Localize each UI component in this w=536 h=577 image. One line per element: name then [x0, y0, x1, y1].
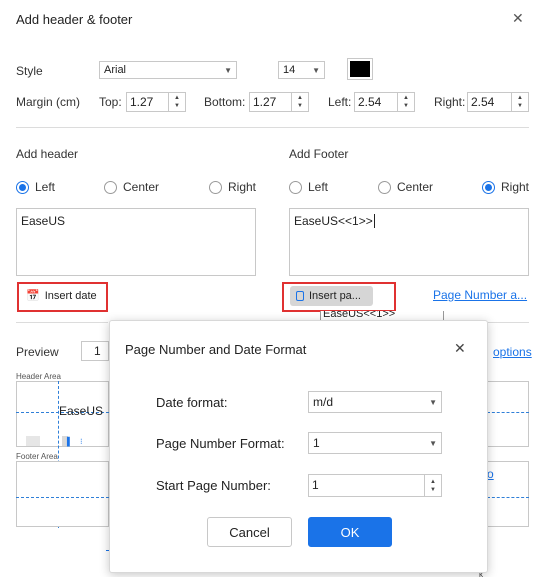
- modal-title: Page Number and Date Format: [125, 342, 307, 357]
- start-page-number-value: 1: [309, 475, 425, 496]
- margin-bottom-stepper[interactable]: 1.27 ▲ ▼: [249, 92, 309, 112]
- margin-left-label: Left:: [328, 95, 352, 109]
- header-section-title: Add header: [16, 147, 79, 161]
- preview-page-input[interactable]: 1: [81, 341, 109, 361]
- margin-right-label: Right:: [434, 95, 466, 109]
- start-page-number-stepper[interactable]: 1 ▲ ▼: [308, 474, 442, 497]
- close-icon[interactable]: ✕: [512, 10, 524, 27]
- footer-text-value: EaseUS<<1>>: [294, 214, 373, 228]
- footer-align-center[interactable]: Center: [378, 180, 433, 194]
- toolbar-icon: ⁝: [80, 437, 83, 446]
- radio-label: Left: [308, 180, 329, 194]
- margin-guide: [487, 497, 529, 498]
- radio-label: Right: [501, 180, 530, 194]
- stepper-arrows-icon[interactable]: ▲ ▼: [292, 93, 308, 111]
- tooltip-text: EaseUS<<1>>: [323, 311, 396, 320]
- divider: [16, 127, 529, 128]
- radio-selected-icon: [16, 180, 29, 194]
- header-area-label: Header Area: [16, 372, 61, 381]
- toolbar-chip: [26, 436, 40, 446]
- margin-top-stepper[interactable]: 1.27 ▲ ▼: [126, 92, 186, 112]
- footer-align-left[interactable]: Left: [289, 180, 328, 194]
- font-size-value: 14: [283, 64, 296, 76]
- start-page-number-label: Start Page Number:: [156, 478, 271, 493]
- footer-section-title: Add Footer: [289, 147, 349, 161]
- page-number-format-select[interactable]: 1 ▼: [308, 432, 442, 454]
- footer-preview-text: o: [487, 467, 494, 481]
- header-area-preview-right: [487, 381, 529, 447]
- divider: [488, 322, 529, 323]
- radio-icon: [209, 180, 222, 194]
- close-icon[interactable]: ✕: [454, 340, 466, 357]
- chevron-down-icon: ▼: [312, 65, 320, 75]
- margin-guide: [16, 497, 109, 498]
- margin-label: Margin (cm): [16, 95, 81, 109]
- radio-icon: [289, 180, 302, 194]
- divider: [16, 322, 108, 323]
- font-color-swatch[interactable]: [347, 58, 373, 80]
- calendar-icon: 📅: [26, 290, 40, 302]
- chevron-down-icon: ▼: [429, 397, 437, 407]
- margin-top-label: Top:: [99, 95, 122, 109]
- stepper-arrows-icon[interactable]: ▲ ▼: [425, 475, 441, 496]
- insert-page-number-button[interactable]: Insert pa...: [290, 286, 373, 306]
- header-align-right[interactable]: Right: [209, 180, 256, 194]
- footer-area-preview: [16, 461, 109, 527]
- margin-right-value: 2.54: [468, 93, 512, 111]
- text-cursor: [373, 214, 375, 228]
- header-text-value: EaseUS: [21, 214, 66, 228]
- dialog-title: Add header & footer: [16, 12, 133, 27]
- preview-label: Preview: [16, 345, 59, 359]
- chevron-down-icon: ▼: [224, 65, 232, 75]
- page-number-format-label: Page Number Format:: [156, 436, 285, 451]
- header-align-center[interactable]: Center: [104, 180, 159, 194]
- stepper-arrows-icon[interactable]: ▲ ▼: [169, 93, 185, 111]
- footer-text-input[interactable]: EaseUS<<1>>: [289, 208, 529, 276]
- footer-area-label: Footer Area: [16, 452, 58, 461]
- preview-page-value: 1: [94, 344, 101, 358]
- radio-icon: [378, 180, 391, 194]
- footer-align-right[interactable]: Right: [482, 180, 529, 194]
- margin-bottom-value: 1.27: [250, 93, 292, 111]
- page-number-date-format-dialog: Page Number and Date Format ✕ Date forma…: [109, 320, 488, 573]
- margin-left-value: 2.54: [355, 93, 398, 111]
- margin-guide: [487, 412, 529, 413]
- header-align-left[interactable]: Left: [16, 180, 55, 194]
- radio-selected-icon: [482, 180, 495, 194]
- date-format-label: Date format:: [156, 395, 228, 410]
- date-format-select[interactable]: m/d ▼: [308, 391, 442, 413]
- font-select[interactable]: Arial ▼: [99, 61, 237, 79]
- cancel-button[interactable]: Cancel: [207, 517, 292, 547]
- color-fill: [350, 61, 370, 77]
- page-number-link[interactable]: Page Number a...: [433, 288, 527, 302]
- radio-label: Center: [123, 180, 160, 194]
- insert-date-button[interactable]: 📅 Insert date: [20, 286, 103, 305]
- font-value: Arial: [104, 64, 127, 76]
- margin-right-stepper[interactable]: 2.54 ▲ ▼: [467, 92, 529, 112]
- radio-icon: [104, 180, 117, 194]
- date-format-value: m/d: [313, 395, 334, 409]
- options-link[interactable]: options: [493, 345, 532, 359]
- stepper-arrows-icon[interactable]: ▲ ▼: [398, 93, 414, 111]
- radio-label: Right: [228, 180, 257, 194]
- header-preview-text: EaseUS: [59, 404, 104, 418]
- style-label: Style: [16, 64, 43, 78]
- radio-label: Center: [397, 180, 434, 194]
- header-text-input[interactable]: EaseUS: [16, 208, 256, 276]
- stepper-arrows-icon[interactable]: ▲ ▼: [512, 93, 528, 111]
- insert-date-label: Insert date: [44, 289, 97, 302]
- ok-button[interactable]: OK: [308, 517, 392, 547]
- margin-left-stepper[interactable]: 2.54 ▲ ▼: [354, 92, 415, 112]
- margin-bottom-label: Bottom:: [204, 95, 246, 109]
- page-number-format-value: 1: [313, 436, 320, 450]
- insert-page-label: Insert pa...: [309, 290, 361, 302]
- chevron-down-icon: ▼: [429, 438, 437, 448]
- page-icon: [296, 291, 304, 301]
- margin-top-value: 1.27: [127, 93, 169, 111]
- toolbar-icon: ▐: [64, 437, 70, 446]
- radio-label: Left: [35, 180, 56, 194]
- font-size-select[interactable]: 14 ▼: [278, 61, 325, 79]
